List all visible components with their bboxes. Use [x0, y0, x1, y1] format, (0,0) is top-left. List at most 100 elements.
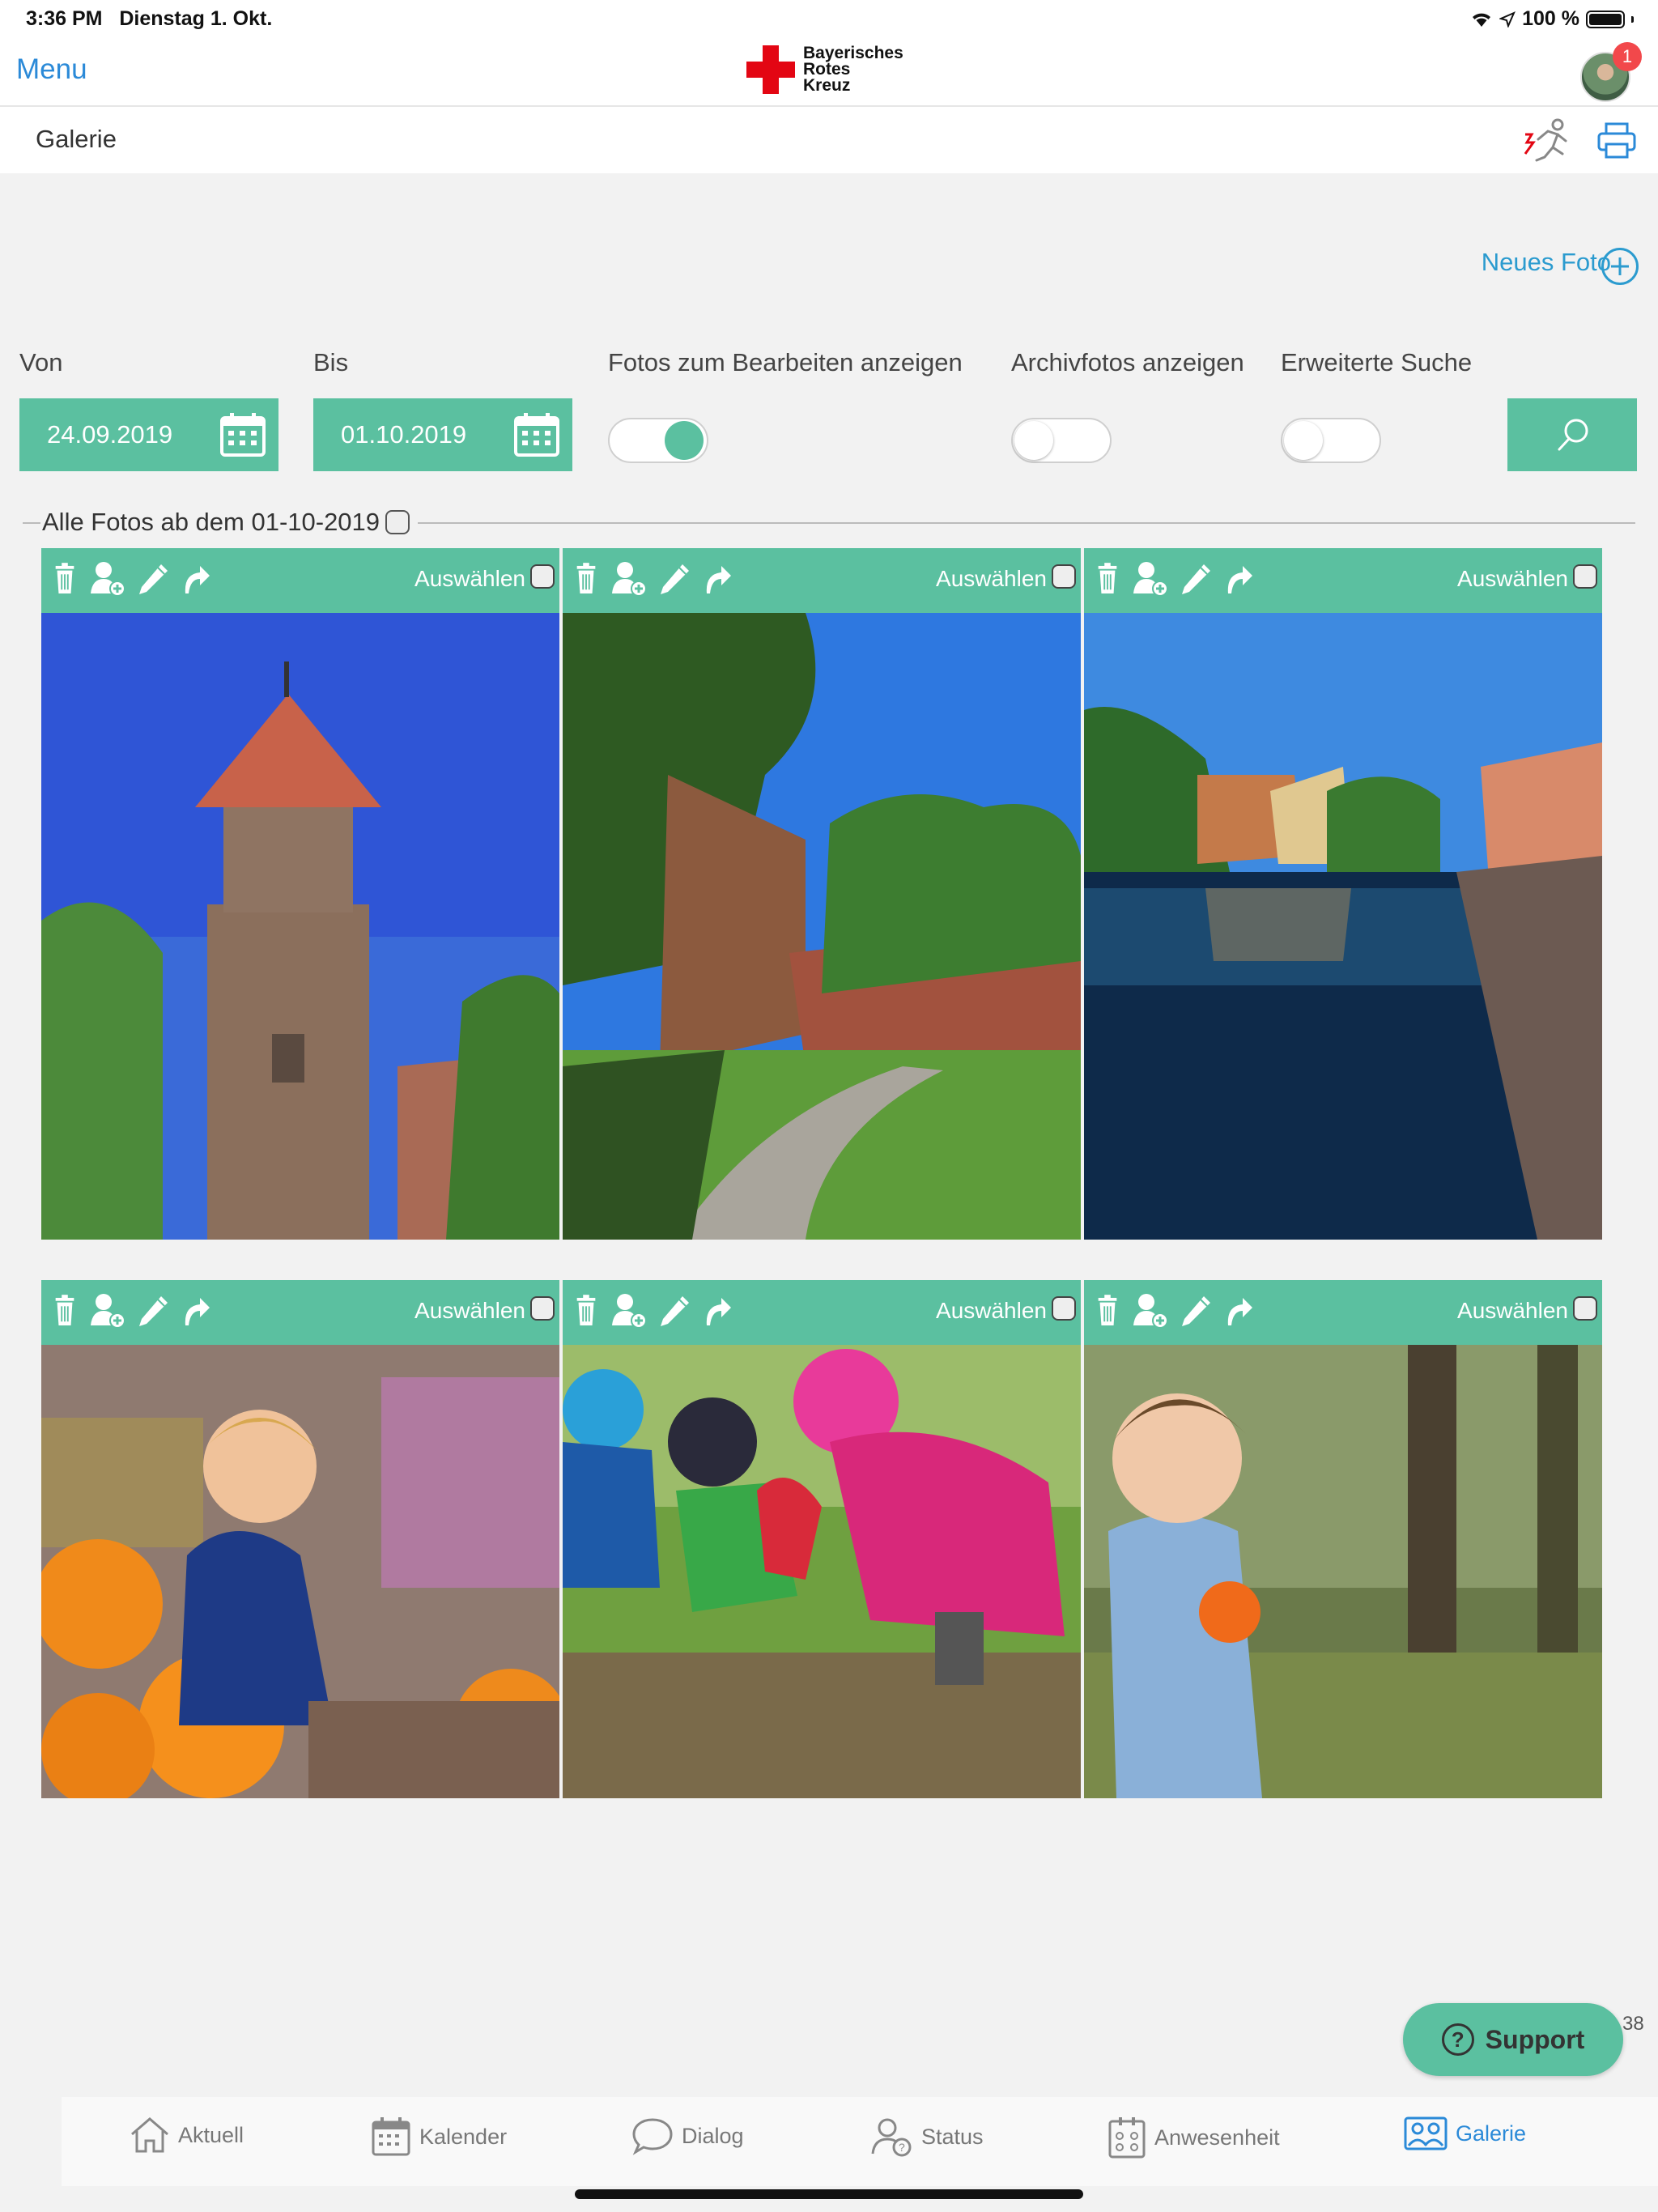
edit-photos-toggle[interactable] — [608, 418, 708, 463]
add-person-icon[interactable] — [1133, 561, 1168, 597]
rotate-icon[interactable] — [1223, 563, 1256, 595]
select-checkbox[interactable] — [1573, 564, 1597, 589]
wifi-icon — [1473, 13, 1491, 27]
question-icon: ? — [1441, 2023, 1474, 2056]
support-label: Support — [1485, 2024, 1585, 2054]
photo-boy-pumpkins[interactable] — [41, 1345, 559, 1798]
support-button[interactable]: ? Support — [1403, 2003, 1623, 2076]
tab-anwesenheit[interactable]: Anwesenheit — [1107, 2116, 1280, 2159]
printer-icon[interactable] — [1596, 121, 1637, 160]
calendar-icon[interactable] — [512, 411, 561, 458]
section-label: Alle Fotos ab dem 01-10-2019 — [42, 508, 380, 536]
to-date-value: 01.10.2019 — [341, 420, 467, 449]
add-person-icon[interactable] — [611, 561, 647, 597]
trash-icon[interactable] — [572, 1294, 600, 1328]
menu-button[interactable]: Menu — [16, 53, 87, 86]
from-date-field[interactable]: 24.09.2019 — [19, 398, 278, 471]
trash-icon[interactable] — [51, 1294, 79, 1328]
status-date-text: Dienstag 1. Okt. — [119, 7, 273, 30]
select-label: Auswählen — [414, 1298, 525, 1323]
logo-line-2: Rotes — [803, 60, 851, 79]
logo-line-1: Bayerisches — [803, 44, 903, 62]
photo-park-path[interactable] — [563, 613, 1081, 1240]
add-person-icon[interactable] — [90, 1293, 125, 1329]
rotate-icon[interactable] — [1223, 1295, 1256, 1327]
toggle-knob — [1014, 421, 1053, 460]
tab-kalender[interactable]: Kalender — [371, 2116, 507, 2157]
tab-aktuell[interactable]: Aktuell — [130, 2116, 244, 2154]
rotate-icon[interactable] — [181, 563, 213, 595]
logo-line-3: Kreuz — [803, 76, 851, 95]
photo-toolbar-icons — [51, 1293, 213, 1329]
search-button[interactable] — [1507, 398, 1637, 471]
edit-pencil-icon[interactable] — [658, 563, 691, 595]
select-checkbox[interactable] — [530, 1296, 555, 1321]
photo-tower[interactable] — [41, 613, 559, 1240]
to-date-field[interactable]: 01.10.2019 — [313, 398, 572, 471]
select-label: Auswählen — [936, 1298, 1047, 1323]
edit-pencil-icon[interactable] — [137, 1295, 169, 1327]
trash-icon[interactable] — [51, 562, 79, 596]
tab-galerie[interactable]: Galerie — [1404, 2116, 1526, 2150]
photo-card: Auswählen — [1084, 1280, 1602, 1798]
trash-icon[interactable] — [1094, 1294, 1121, 1328]
select-label: Auswählen — [414, 566, 525, 591]
add-person-icon[interactable] — [1133, 1293, 1168, 1329]
photo-toolbar: Auswählen — [563, 1280, 1081, 1345]
edit-pencil-icon[interactable] — [658, 1295, 691, 1327]
select-checkbox[interactable] — [1573, 1296, 1597, 1321]
red-cross-icon — [746, 45, 795, 94]
edit-pencil-icon[interactable] — [137, 563, 169, 595]
section-divider-left — [23, 522, 40, 524]
user-status-icon: ? — [871, 2118, 912, 2157]
photo-river[interactable] — [1084, 613, 1602, 1240]
photo-toolbar-icons — [1094, 1293, 1256, 1329]
photo-toolbar-icons — [51, 561, 213, 597]
photo-card: Auswählen — [41, 1280, 559, 1798]
battery-tip — [1631, 15, 1634, 23]
rotate-icon[interactable] — [181, 1295, 213, 1327]
section-divider-right — [418, 522, 1635, 524]
select-all-checkbox[interactable] — [385, 510, 410, 534]
archive-photos-toggle[interactable] — [1011, 418, 1112, 463]
tab-status[interactable]: ? Status — [871, 2116, 984, 2157]
trash-icon[interactable] — [1094, 562, 1121, 596]
from-label: Von — [19, 348, 63, 376]
photo-kids-playing[interactable] — [563, 1345, 1081, 1798]
select-checkbox[interactable] — [1052, 564, 1076, 589]
add-person-icon[interactable] — [611, 1293, 647, 1329]
from-date-value: 24.09.2019 — [47, 420, 173, 449]
rotate-icon[interactable] — [702, 563, 734, 595]
archive-toggle-label: Archivfotos anzeigen — [1011, 348, 1244, 376]
status-bar: 3:36 PM Dienstag 1. Okt. 100 % — [0, 0, 1658, 37]
tab-dialog[interactable]: Dialog — [631, 2116, 744, 2155]
edit-pencil-icon[interactable] — [1180, 1295, 1212, 1327]
svg-text:?: ? — [899, 2141, 905, 2154]
to-label: Bis — [313, 348, 349, 376]
photo-toolbar: Auswählen — [41, 548, 559, 613]
trash-icon[interactable] — [572, 562, 600, 596]
select-label: Auswählen — [936, 566, 1047, 591]
edit-pencil-icon[interactable] — [1180, 563, 1212, 595]
tab-label: Kalender — [419, 2124, 508, 2149]
advanced-search-toggle[interactable] — [1281, 418, 1381, 463]
calendar-icon[interactable] — [219, 411, 267, 458]
nav-bar: Menu Bayerisches Rotes Kreuz 1 — [0, 37, 1658, 107]
photo-card: Auswählen — [41, 548, 559, 1240]
add-circle-icon[interactable] — [1601, 248, 1639, 285]
select-label: Auswählen — [1457, 1298, 1568, 1323]
battery-icon — [1586, 10, 1625, 28]
photo-toddler[interactable] — [1084, 1345, 1602, 1798]
select-checkbox[interactable] — [1052, 1296, 1076, 1321]
tab-bar: Aktuell Kalender Dialog ? Status Anwesen… — [62, 2097, 1658, 2186]
status-time: 3:36 PM Dienstag 1. Okt. — [26, 7, 272, 31]
tab-label: Aktuell — [178, 2122, 244, 2147]
rotate-icon[interactable] — [702, 1295, 734, 1327]
status-indicators: 100 % — [1470, 7, 1634, 31]
page-title: Galerie — [36, 125, 117, 153]
add-person-icon[interactable] — [90, 561, 125, 597]
new-photo-button[interactable]: Neues Foto — [1482, 248, 1611, 277]
photo-toolbar: Auswählen — [1084, 1280, 1602, 1345]
select-checkbox[interactable] — [530, 564, 555, 589]
emergency-run-icon[interactable] — [1520, 117, 1574, 165]
